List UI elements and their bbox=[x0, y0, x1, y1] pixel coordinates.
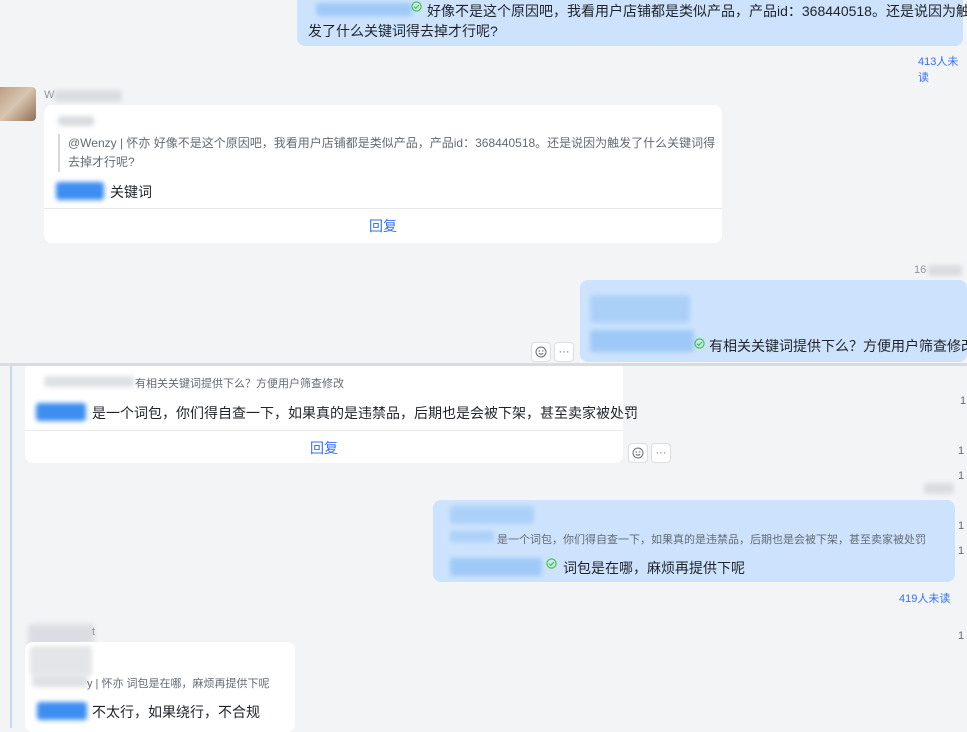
mention-redacted bbox=[450, 558, 542, 576]
message-text: 有相关关键词提供下么？方便用户筛查修改 bbox=[709, 338, 967, 354]
side-digit: 1 bbox=[958, 445, 965, 457]
mention-redacted bbox=[36, 403, 86, 421]
side-digit: 1 bbox=[960, 395, 967, 407]
timestamp-redacted bbox=[928, 265, 962, 276]
divider bbox=[25, 430, 623, 431]
side-digit: 1 bbox=[958, 630, 965, 642]
quote-text: 是一个词包，你们得自查一下，如果真的是违禁品，后期也是会被下架，甚至卖家被处罚 bbox=[497, 534, 926, 546]
reply-text: 不太行，如果绕行，不合规 bbox=[92, 704, 260, 720]
read-count[interactable]: 413人未读 bbox=[918, 53, 967, 85]
card3-header-redacted bbox=[30, 646, 92, 676]
smile-icon[interactable] bbox=[531, 342, 551, 362]
smile-icon[interactable] bbox=[628, 443, 648, 463]
divider bbox=[44, 208, 722, 209]
quote-text: @Wenzy | 怀亦 好像不是这个原因吧，我看用户店铺都是类似产品，产品id：… bbox=[68, 136, 716, 169]
card-header-redacted bbox=[58, 116, 94, 126]
reply-text: 是一个词包，你们得自查一下，如果真的是违禁品，后期也是会被下架，甚至卖家被处罚 bbox=[92, 405, 638, 421]
more-icon[interactable]: ··· bbox=[554, 342, 574, 362]
check-circle-icon bbox=[546, 558, 557, 569]
check-circle-icon bbox=[694, 338, 705, 349]
sender-name: t bbox=[92, 626, 96, 638]
quote-text: 有相关关键词提供下么？方便用户筛查修改 bbox=[135, 378, 344, 390]
message-text: 词包是在哪，麻烦再提供下呢 bbox=[563, 560, 745, 576]
reply-button[interactable]: 回复 bbox=[25, 438, 623, 458]
quote-block: @Wenzy | 怀亦 好像不是这个原因吧，我看用户店铺都是类似产品，产品id：… bbox=[58, 134, 718, 172]
quote-text: y | 怀亦 词包是在哪，麻烦再提供下呢 bbox=[87, 678, 270, 690]
quote-redacted bbox=[590, 295, 690, 323]
sender-name[interactable]: W bbox=[44, 89, 54, 101]
more-icon[interactable]: ··· bbox=[651, 443, 671, 463]
top-message-line2: 发了什么关键词得去掉才行呢? bbox=[308, 23, 498, 39]
side-digit: 1 bbox=[958, 545, 965, 557]
check-circle-icon bbox=[411, 1, 422, 12]
reply-text: 关键词 bbox=[110, 184, 152, 200]
mention-redacted bbox=[56, 182, 104, 200]
quote-header-redacted bbox=[450, 506, 534, 524]
mention-redacted bbox=[450, 531, 494, 542]
top-message-line1: 好像不是这个原因吧，我看用户店铺都是类似产品，产品id：368440518。还是… bbox=[427, 3, 967, 19]
side-digit: 1 bbox=[958, 470, 965, 482]
reply-button[interactable]: 回复 bbox=[44, 216, 722, 236]
mention-redacted bbox=[44, 376, 134, 387]
timestamp-redacted bbox=[924, 483, 954, 494]
avatar[interactable] bbox=[0, 87, 36, 121]
timestamp: 16 bbox=[914, 264, 927, 276]
sender-name-redacted bbox=[54, 90, 122, 102]
mention-redacted bbox=[590, 330, 694, 352]
read-count[interactable]: 419人未读 bbox=[899, 590, 950, 606]
side-digit: 1 bbox=[958, 520, 965, 532]
mention-redacted bbox=[37, 702, 87, 720]
mention-redacted bbox=[32, 676, 88, 687]
mention-redacted bbox=[316, 3, 412, 16]
